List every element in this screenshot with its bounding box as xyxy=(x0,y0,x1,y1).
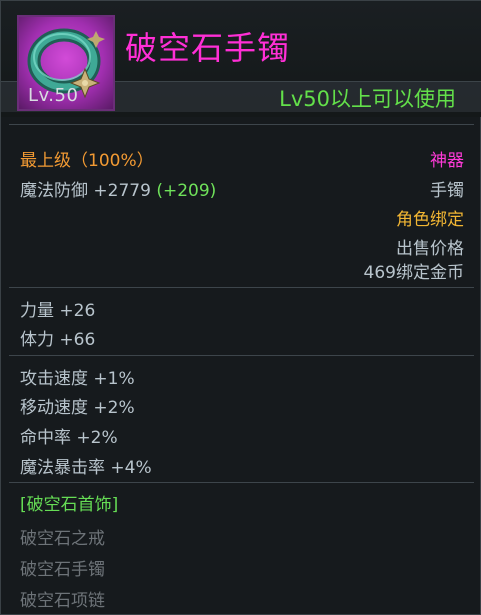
set-piece: 破空石项链 xyxy=(20,591,105,611)
sell-price-label: 出售价格 xyxy=(396,239,464,259)
stat-line: 攻击速度 +1% xyxy=(20,369,135,389)
item-level-badge: Lv.50 xyxy=(28,85,79,106)
divider xyxy=(9,355,474,356)
stat-line: 体力 +66 xyxy=(20,330,96,350)
divider xyxy=(9,287,474,288)
stat-line: 魔法暴击率 +4% xyxy=(20,458,152,478)
item-slot: 手镯 xyxy=(430,181,464,201)
stat-line: 移动速度 +2% xyxy=(20,398,135,418)
divider xyxy=(9,482,474,483)
item-grade: 最上级（100%） xyxy=(20,151,154,171)
set-piece: 破空石之戒 xyxy=(20,529,105,549)
sell-price-value: 469绑定金币 xyxy=(363,263,464,283)
magic-defense-stat: 魔法防御 +2779 (+209) xyxy=(20,176,216,201)
magic-defense-value: 魔法防御 +2779 xyxy=(20,181,151,201)
item-category: 神器 xyxy=(430,151,464,171)
magic-defense-bonus: (+209) xyxy=(156,181,217,201)
stat-line: 力量 +26 xyxy=(20,301,96,321)
stat-line: 命中率 +2% xyxy=(20,428,118,448)
binding-status: 角色绑定 xyxy=(396,210,464,230)
set-piece: 破空石手镯 xyxy=(20,560,105,580)
divider xyxy=(9,124,474,125)
set-title: [破空石首饰] xyxy=(20,495,119,515)
item-name: 破空石手镯 xyxy=(125,29,291,67)
level-requirement: Lv50以上可以使用 xyxy=(279,87,456,111)
item-tooltip: Lv.50 破空石手镯 Lv50以上可以使用 最上级（100%） 神器 魔法防御… xyxy=(0,0,481,615)
